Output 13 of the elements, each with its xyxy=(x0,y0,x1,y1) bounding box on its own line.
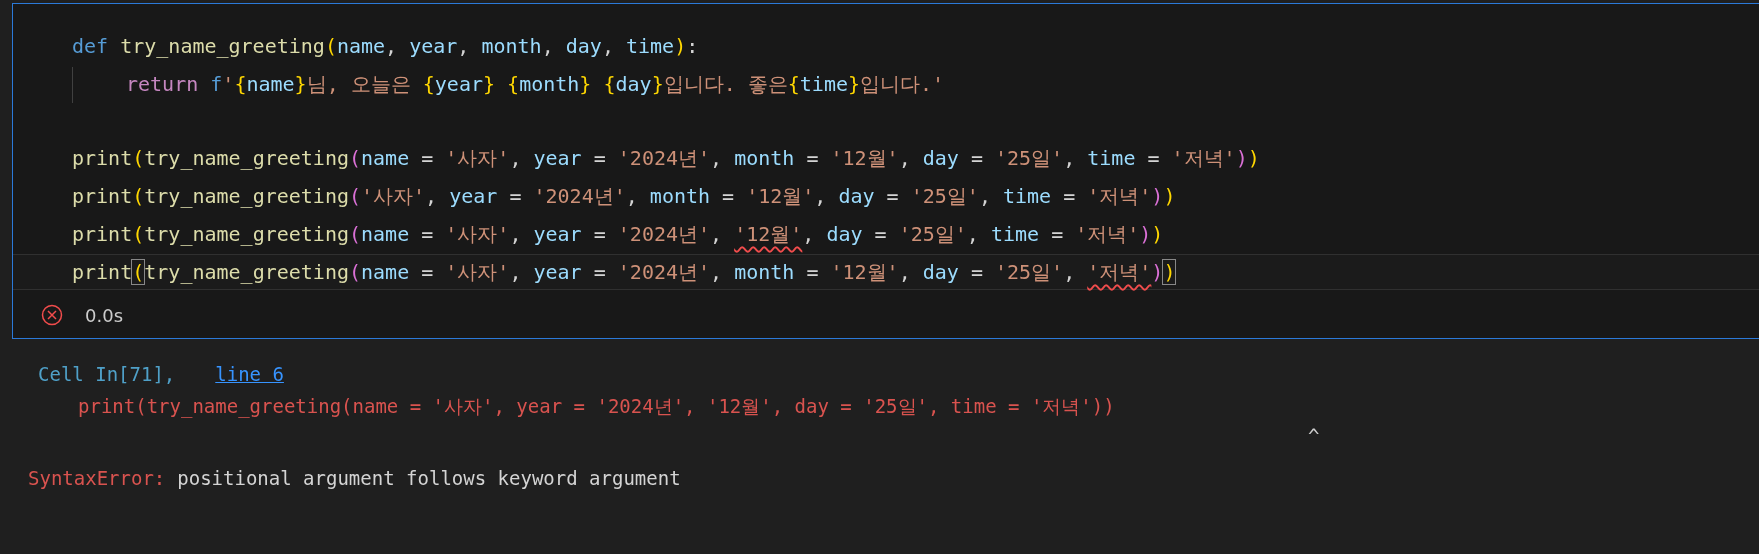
error-caret: ^ xyxy=(1307,424,1321,449)
error-type: SyntaxError: xyxy=(28,466,166,491)
code-line: print(try_name_greeting(name = '사자', year = '2024년', month = '12월', day = '25일', time = '저녁')) xyxy=(71,145,1261,172)
line-link[interactable]: line 6 xyxy=(215,359,284,389)
code-line: print(try_name_greeting(name = '사자', year = '2024년', '12월', day = '25일', time = '저녁')) xyxy=(71,221,1165,248)
error-source-line: print(try_name_greeting(name = '사자', year = '2024년', '12월', day = '25일', time = '저녁')) xyxy=(77,394,1116,420)
code-line: return f'{name}님, 오늘은 {year} {month} {day}입니다. 좋은{time}입니다.' xyxy=(13,66,1759,102)
code-line: print(try_name_greeting('사자', year = '2024년', month = '12월', day = '25일', time = '저녁')) xyxy=(71,183,1177,210)
error-icon xyxy=(41,304,63,326)
cell-label: Cell In[71], xyxy=(38,362,176,387)
error-message: positional argument follows keyword argument xyxy=(177,466,681,491)
code-line: def try_name_greeting(name, year, month, day, time): xyxy=(71,33,700,60)
execution-time: 0.0s xyxy=(85,304,123,326)
